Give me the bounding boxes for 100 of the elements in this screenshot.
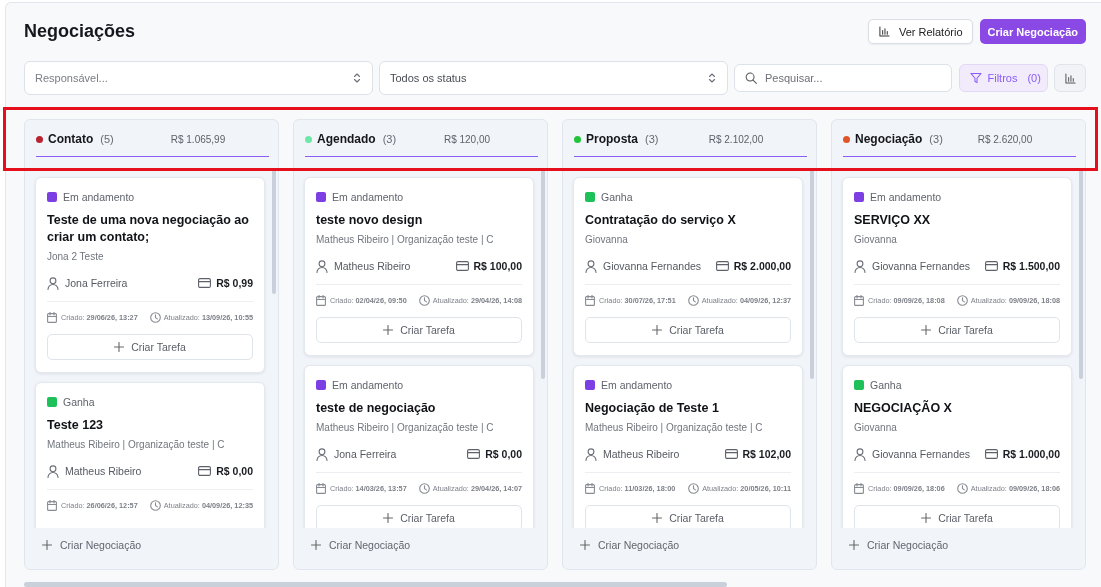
create-task-button[interactable]: Criar Tarefa [854, 317, 1060, 343]
deal-subtitle: Giovanna [585, 233, 629, 247]
add-deal-button[interactable]: Criar Negociação [311, 537, 411, 553]
create-task-button[interactable]: Criar Tarefa [585, 317, 791, 343]
create-task-button[interactable]: Criar Tarefa [47, 334, 253, 360]
user-icon [585, 447, 597, 461]
plus-icon [42, 540, 52, 550]
scrollbar-thumb[interactable] [810, 168, 814, 379]
filters-button[interactable]: Filtros (0) [958, 64, 1048, 92]
search-icon [745, 72, 757, 84]
credit-card-icon [467, 449, 481, 459]
column-title: Contato [48, 132, 94, 146]
status-select[interactable]: Todos os status [379, 61, 728, 95]
plus-icon [383, 513, 394, 523]
calendar-icon [316, 482, 326, 494]
add-deal-button[interactable]: Criar Negociação [849, 537, 949, 553]
bar-chart-icon [1064, 72, 1076, 84]
search-field[interactable]: Pesquisar... [734, 64, 952, 92]
user-icon [47, 276, 59, 290]
clock-icon [149, 311, 161, 323]
column-count: (5) [100, 133, 114, 145]
create-task-button[interactable]: Criar Tarefa [585, 505, 791, 528]
deal-amount: R$ 1.000,00 [1002, 448, 1060, 460]
chevron-up-down-icon [707, 72, 716, 84]
status-label: Ganha [870, 379, 902, 391]
deal-title: Contratação do serviço X [585, 212, 737, 229]
plus-icon [580, 540, 590, 550]
page-title: Negociações [24, 21, 136, 42]
clock-icon [688, 482, 700, 494]
deal-amount: R$ 0,99 [216, 277, 253, 289]
column-title: Proposta [586, 132, 638, 146]
add-deal-button[interactable]: Criar Negociação [42, 537, 142, 553]
scrollbar-thumb[interactable] [1079, 168, 1083, 379]
status-label: Em andamento [332, 379, 404, 391]
credit-card-icon [455, 261, 469, 271]
add-deal-button[interactable]: Criar Negociação [580, 537, 680, 553]
plus-icon [311, 540, 321, 550]
clock-icon [418, 482, 430, 494]
report-button[interactable]: Ver Relatório [867, 19, 973, 44]
calendar-icon [585, 294, 595, 306]
create-task-button[interactable]: Criar Tarefa [854, 505, 1060, 528]
status-label: Ganha [601, 191, 633, 203]
clock-icon [956, 294, 968, 306]
column-total: R$ 1.065,99 [169, 133, 227, 145]
deal-title: Teste de uma nova negociação ao criar um contato; [47, 212, 250, 246]
deal-amount: R$ 0,00 [216, 465, 253, 477]
deal-title: Teste 123 [47, 417, 105, 434]
owner-name: Giovanna Fernandes [872, 448, 971, 460]
status-label: Ganha [63, 396, 95, 408]
column-total: R$ 2.620,00 [976, 133, 1034, 145]
deal-title: SERVIÇO XX [854, 212, 932, 229]
create-deal-button[interactable]: Criar Negociação [979, 19, 1086, 44]
credit-card-icon [198, 278, 212, 288]
create-task-button[interactable]: Criar Tarefa [316, 505, 522, 528]
credit-card-icon [984, 449, 998, 459]
clock-icon [956, 482, 968, 494]
scrollbar-thumb[interactable] [272, 168, 276, 295]
credit-card-icon [724, 449, 738, 459]
owner-name: Giovanna Fernandes [872, 260, 971, 272]
deal-amount: R$ 100,00 [473, 260, 522, 272]
calendar-icon [47, 499, 57, 511]
deal-amount: R$ 1.500,00 [1002, 260, 1060, 272]
column-total: R$ 120,00 [442, 133, 492, 145]
responsible-select[interactable]: Responsável... [24, 61, 373, 95]
column-title: Negociação [855, 132, 923, 146]
credit-card-icon [715, 261, 729, 271]
scrollbar-thumb[interactable] [541, 168, 545, 379]
credit-card-icon [984, 261, 998, 271]
user-icon [47, 464, 59, 478]
deal-subtitle: Matheus Ribeiro | Organização teste | C [585, 421, 764, 435]
plus-icon [652, 513, 663, 523]
plus-icon [383, 325, 394, 335]
credit-card-icon [198, 466, 212, 476]
status-label: Em andamento [63, 191, 135, 203]
filter-icon [969, 72, 982, 84]
column-title: Agendado [317, 132, 376, 146]
chevron-up-down-icon [352, 72, 361, 84]
deal-title: teste novo design [316, 212, 424, 229]
owner-name: Matheus Ribeiro [334, 260, 411, 272]
deal-title: Negociação de Teste 1 [585, 400, 720, 417]
deal-subtitle: Giovanna [854, 233, 898, 247]
plus-icon [652, 325, 663, 335]
bar-chart-icon [878, 26, 890, 37]
clock-icon [687, 294, 699, 306]
calendar-icon [854, 482, 864, 494]
user-icon [854, 259, 866, 273]
deal-amount: R$ 2.000,00 [733, 260, 791, 272]
deal-subtitle: Jona 2 Teste [47, 250, 105, 264]
status-label: Em andamento [870, 191, 942, 203]
owner-name: Jona Ferreira [65, 277, 128, 289]
create-task-button[interactable]: Criar Tarefa [316, 317, 522, 343]
chart-view-button[interactable] [1054, 64, 1086, 92]
calendar-icon [316, 294, 326, 306]
user-icon [316, 447, 328, 461]
horizontal-scrollbar[interactable] [24, 582, 727, 587]
deal-title: teste de negociação [316, 400, 437, 417]
deal-subtitle: Matheus Ribeiro | Organização teste | C [316, 421, 495, 435]
deal-title: NEGOCIAÇÃO X [854, 400, 953, 417]
column-total: R$ 2.102,00 [707, 133, 765, 145]
clock-icon [418, 294, 430, 306]
